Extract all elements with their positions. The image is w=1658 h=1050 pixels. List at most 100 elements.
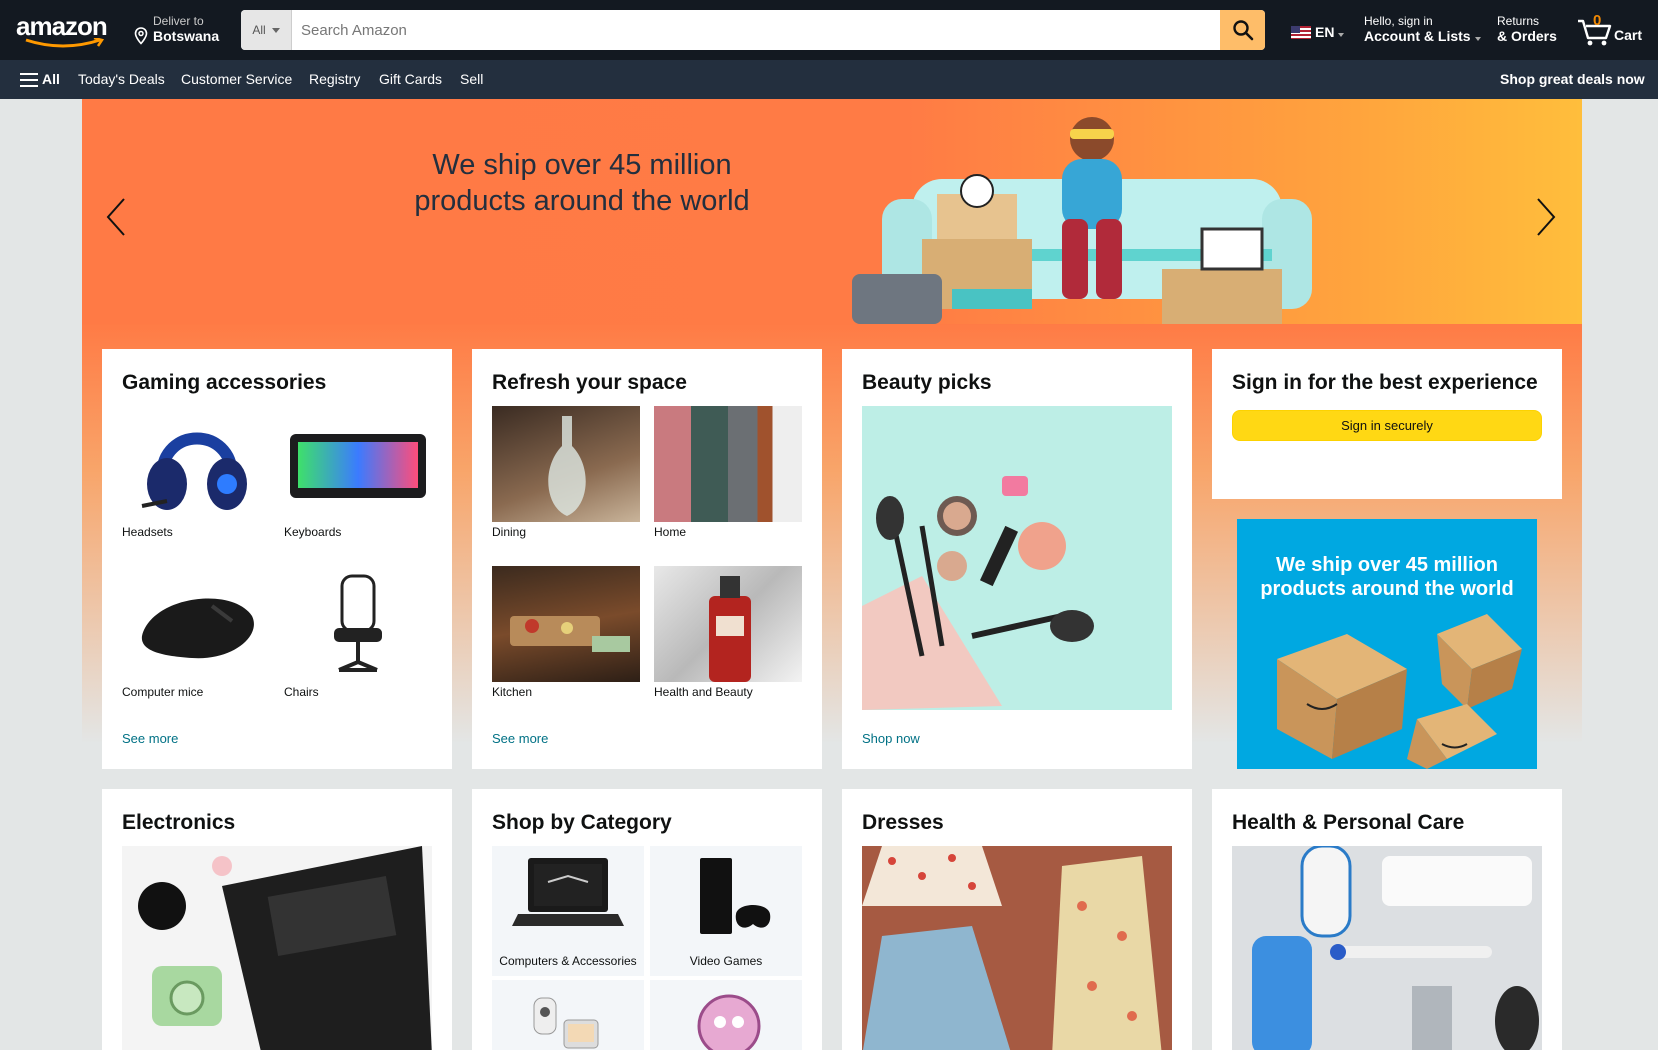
nav-link-sell[interactable]: Sell: [460, 71, 483, 87]
nav-link-gift-cards[interactable]: Gift Cards: [379, 71, 442, 87]
health-beauty-image: [654, 566, 802, 682]
category-tile-baby[interactable]: [492, 980, 644, 1050]
quad-item-home[interactable]: Home: [654, 406, 802, 539]
see-more-link[interactable]: See more: [492, 731, 548, 746]
card-gaming-accessories: Gaming accessories Headsets Keyboards Co…: [102, 349, 452, 769]
search-bar: All: [241, 10, 1265, 50]
mouse-image: [122, 566, 270, 682]
home-image: [654, 406, 802, 522]
amazon-logo[interactable]: amazon: [16, 12, 116, 50]
search-input[interactable]: [292, 10, 1220, 50]
hero-illustration: [852, 117, 1312, 324]
category-tile-computers[interactable]: Computers & Accessories: [492, 846, 644, 976]
electronics-image[interactable]: [122, 846, 432, 1050]
category-caption: Computers & Accessories: [499, 954, 637, 968]
nav-link-customer-service[interactable]: Customer Service: [181, 71, 292, 87]
logo-text: amazon: [16, 11, 108, 41]
sign-in-securely-button[interactable]: Sign in securely: [1232, 410, 1542, 441]
card-shop-by-category: Shop by Category Computers & Accessories…: [472, 789, 822, 1050]
language-label: EN: [1315, 24, 1335, 40]
card-title: Gaming accessories: [122, 371, 327, 394]
health-care-image[interactable]: [1232, 846, 1542, 1050]
card-electronics: Electronics: [102, 789, 452, 1050]
quad-caption: Chairs: [284, 685, 319, 699]
caret-down-icon: [1474, 37, 1481, 41]
kitchen-image: [492, 566, 640, 682]
returns-label: Returns: [1497, 14, 1540, 28]
nav-link-todays-deals[interactable]: Today's Deals: [78, 71, 165, 87]
quad-item-health-beauty[interactable]: Health and Beauty: [654, 566, 802, 699]
card-title: Refresh your space: [492, 371, 687, 394]
quad-caption: Computer mice: [122, 685, 204, 699]
toy-ball-image: [697, 994, 761, 1050]
card-title: Sign in for the best experience: [1232, 371, 1538, 394]
card-beauty-picks: Beauty picks Shop now: [842, 349, 1192, 769]
cart-count: 0: [1593, 12, 1602, 29]
laptop-image: [512, 858, 624, 926]
quad-item-chairs[interactable]: Chairs: [284, 566, 432, 699]
quad-caption: Home: [654, 525, 687, 539]
category-tile-video-games[interactable]: Video Games: [650, 846, 802, 976]
quad-item-headsets[interactable]: Headsets: [122, 406, 270, 539]
deliver-country: Botswana: [153, 28, 220, 44]
console-image: [700, 858, 771, 934]
carousel-prev-arrow-icon[interactable]: [104, 197, 128, 237]
sub-nav: All Today's Deals Customer Service Regis…: [0, 60, 1658, 99]
carousel-next-arrow-icon[interactable]: [1534, 197, 1558, 237]
quad-item-computer-mice[interactable]: Computer mice: [122, 566, 270, 699]
smile-icon: [25, 38, 105, 48]
orders-label: & Orders: [1497, 28, 1557, 44]
quad-caption: Health and Beauty: [654, 685, 753, 699]
language-selector[interactable]: EN: [1291, 24, 1345, 40]
category-caption: Video Games: [689, 954, 763, 968]
quad-caption: Headsets: [122, 525, 173, 539]
quad-caption: Dining: [492, 525, 527, 539]
search-button[interactable]: [1220, 10, 1265, 50]
dresses-image[interactable]: [862, 846, 1172, 1050]
hero-banner[interactable]: We ship over 45 million products around …: [82, 99, 1582, 324]
quad-item-kitchen[interactable]: Kitchen: [492, 566, 640, 699]
quad-caption: Kitchen: [492, 685, 533, 699]
keyboard-image: [284, 406, 432, 522]
shop-now-link[interactable]: Shop now: [862, 731, 920, 746]
card-health-personal-care: Health & Personal Care: [1212, 789, 1562, 1050]
boxes-illustration: [1277, 614, 1522, 769]
quad-item-keyboards[interactable]: Keyboards: [284, 406, 432, 539]
deliver-label: Deliver to: [153, 14, 204, 28]
baby-monitor-image: [533, 997, 599, 1049]
card-refresh-your-space: Refresh your space Dining Home Kitchen H…: [472, 349, 822, 769]
card-title: Health & Personal Care: [1232, 811, 1465, 834]
see-more-link[interactable]: See more: [122, 731, 178, 746]
category-tile-toys[interactable]: [650, 980, 802, 1050]
account-lists[interactable]: Hello, sign in Account & Lists: [1364, 14, 1481, 44]
account-label: Account & Lists: [1364, 28, 1471, 44]
beauty-picks-image[interactable]: [862, 406, 1172, 710]
search-category-label: All: [252, 23, 266, 37]
card-title: Electronics: [122, 811, 236, 834]
quad-caption: Keyboards: [284, 525, 342, 539]
card-title: Beauty picks: [862, 371, 992, 394]
nav-link-registry[interactable]: Registry: [309, 71, 360, 87]
hero-title: We ship over 45 million products around …: [414, 149, 750, 217]
all-menu-button[interactable]: All: [42, 71, 60, 87]
cart-button[interactable]: 0 Cart: [1576, 12, 1646, 48]
us-flag-icon: [1291, 25, 1311, 39]
account-greeting: Hello, sign in: [1364, 14, 1433, 28]
card-sign-in: Sign in for the best experience Sign in …: [1212, 349, 1562, 499]
shop-deals-promo-link[interactable]: Shop great deals now: [1500, 71, 1645, 87]
hamburger-menu-icon[interactable]: [20, 73, 38, 87]
chair-image: [284, 566, 432, 682]
shipping-ad-banner[interactable]: We ship over 45 million products around …: [1237, 519, 1537, 769]
dining-image: [492, 406, 640, 522]
headset-image: [122, 406, 270, 522]
search-icon: [1232, 20, 1253, 41]
cart-label: Cart: [1614, 27, 1643, 43]
card-dresses: Dresses: [842, 789, 1192, 1050]
card-title: Dresses: [862, 811, 944, 834]
account-label-row: Account & Lists: [1364, 28, 1481, 44]
card-title: Shop by Category: [492, 811, 672, 834]
quad-item-dining[interactable]: Dining: [492, 406, 640, 539]
search-category-dropdown[interactable]: All: [241, 10, 292, 50]
location-pin-icon: [134, 27, 148, 45]
returns-orders[interactable]: Returns & Orders: [1497, 14, 1557, 44]
